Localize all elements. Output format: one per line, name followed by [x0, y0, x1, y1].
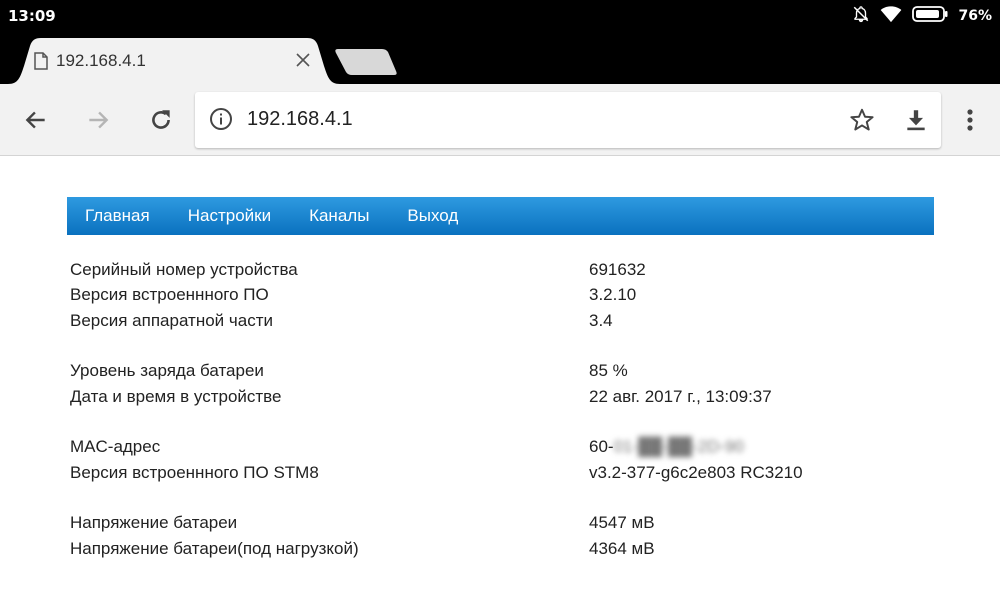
forward-button[interactable] — [82, 104, 114, 136]
arrow-right-icon — [89, 111, 109, 129]
info-row-serial: Серийный номер устройства 691632 — [70, 257, 930, 283]
nav-item-home[interactable]: Главная — [85, 206, 150, 226]
tab-active[interactable]: 192.168.4.1 — [8, 38, 340, 84]
battery-icon — [912, 5, 948, 27]
info-label: Версия встроеннного ПО — [70, 285, 269, 305]
more-vert-icon — [967, 109, 973, 131]
wifi-icon — [880, 5, 902, 28]
reload-icon — [152, 110, 170, 129]
nav-item-settings[interactable]: Настройки — [188, 206, 271, 226]
info-label: Дата и время в устройстве — [70, 386, 282, 406]
address-bar[interactable]: 192.168.4.1 — [195, 92, 941, 148]
info-row-datetime: Дата и время в устройстве 22 авг. 2017 г… — [70, 384, 930, 410]
info-label: Серийный номер устройства — [70, 259, 298, 279]
browser-toolbar: 192.168.4.1 — [0, 84, 1000, 156]
info-label: MAC-адрес — [70, 437, 161, 457]
info-icon[interactable] — [209, 107, 233, 136]
info-label: Версия встроеннного ПО STM8 — [70, 462, 319, 482]
info-value: 22 авг. 2017 г., 13:09:37 — [589, 386, 772, 406]
close-tab-icon[interactable] — [293, 50, 313, 70]
info-label: Версия аппаратной части — [70, 310, 273, 330]
arrow-left-icon — [25, 111, 45, 129]
nav-item-logout[interactable]: Выход — [407, 206, 458, 226]
page-icon — [34, 52, 48, 75]
info-row-hardware: Версия аппаратной части 3.4 — [70, 308, 930, 334]
info-row-mac: MAC-адрес 60-01-██-██-2D-90 — [70, 435, 930, 461]
mac-obscured: 01-██-██-2D-90 — [613, 437, 744, 457]
device-info: Серийный номер устройства 691632 Версия … — [70, 257, 930, 562]
info-label: Напряжение батареи(под нагрузкой) — [70, 538, 359, 558]
info-value: 4547 мВ — [589, 513, 655, 533]
bookmark-star-icon[interactable] — [849, 107, 875, 138]
site-nav: Главная Настройки Каналы Выход — [67, 197, 934, 235]
menu-button[interactable] — [956, 104, 984, 136]
info-value: v3.2-377-g6c2e803 RC3210 — [589, 462, 803, 482]
new-tab-button[interactable] — [334, 47, 400, 77]
mac-prefix: 60- — [589, 437, 614, 457]
tab-title: 192.168.4.1 — [56, 51, 146, 70]
info-value: 60-01-██-██-2D-90 — [589, 437, 744, 457]
back-button[interactable] — [20, 104, 52, 136]
status-bar: 13:09 76% — [0, 0, 1000, 32]
address-url[interactable]: 192.168.4.1 — [247, 108, 353, 131]
nav-item-channels[interactable]: Каналы — [309, 206, 369, 226]
status-time: 13:09 — [8, 7, 56, 25]
info-row-stm8-firmware: Версия встроеннного ПО STM8 v3.2-377-g6c… — [70, 460, 930, 486]
reload-button[interactable] — [145, 104, 177, 136]
info-row-battery-voltage: Напряжение батареи 4547 мВ — [70, 511, 930, 537]
info-row-battery-level: Уровень заряда батареи 85 % — [70, 359, 930, 385]
info-value: 85 % — [589, 361, 628, 381]
info-value: 691632 — [589, 259, 646, 279]
info-label: Напряжение батареи — [70, 513, 238, 533]
info-row-firmware: Версия встроеннного ПО 3.2.10 — [70, 283, 930, 309]
tab-strip: 192.168.4.1 — [0, 32, 1000, 84]
info-value: 3.4 — [589, 310, 613, 330]
info-value: 4364 мВ — [589, 538, 655, 558]
status-icons: 76% — [852, 5, 992, 27]
info-value: 3.2.10 — [589, 285, 637, 305]
download-icon[interactable] — [903, 107, 929, 138]
battery-percent: 76% — [958, 8, 992, 24]
info-row-battery-voltage-load: Напряжение батареи(под нагрузкой) 4364 м… — [70, 536, 930, 562]
notifications-off-icon — [852, 5, 870, 28]
info-label: Уровень заряда батареи — [70, 361, 264, 381]
